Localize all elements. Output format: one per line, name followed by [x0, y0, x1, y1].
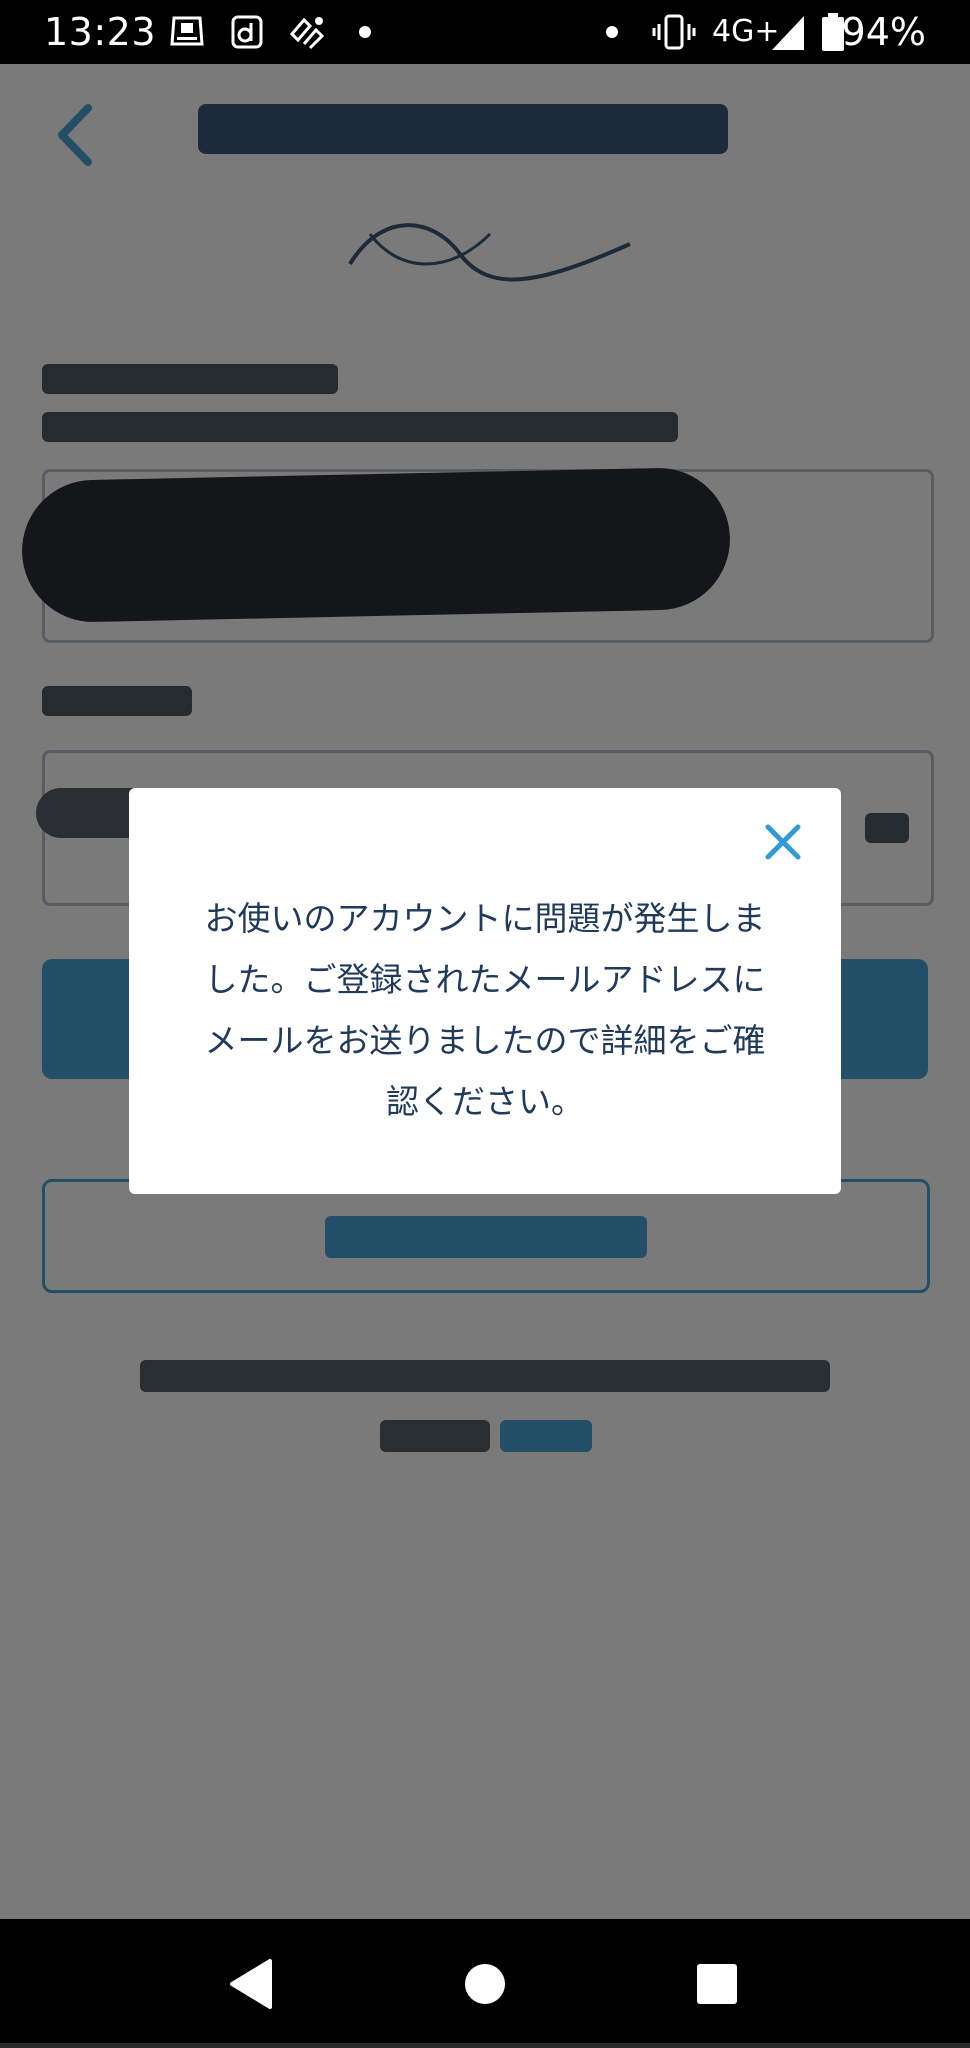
status-time: 13:23 — [44, 10, 157, 54]
signal-icon — [772, 16, 804, 50]
back-triangle-icon[interactable] — [218, 1949, 288, 2019]
dialog-message-line: 認ください。 — [386, 1082, 584, 1121]
vibrate-icon — [652, 14, 696, 50]
battery-percent: 94% — [841, 10, 926, 54]
recents-square-icon[interactable] — [682, 1949, 752, 2019]
station-icon — [170, 16, 204, 46]
d-app-icon — [231, 15, 263, 49]
notification-dot — [359, 26, 371, 38]
close-icon[interactable] — [761, 820, 805, 864]
dialog-message: お使いのアカウントに問題が発生しま した。ご登録されたメールアドレスに メールを… — [169, 888, 801, 1132]
navigation-bar — [0, 1919, 970, 2048]
nav-handle — [0, 2043, 970, 2048]
sync-icon — [289, 17, 325, 50]
dialog-message-line: お使いのアカウントに問題が発生しま — [204, 899, 766, 938]
dialog-message-line: メールをお送りましたので詳細をご確 — [204, 1021, 766, 1060]
error-dialog: お使いのアカウントに問題が発生しま した。ご登録されたメールアドレスに メールを… — [129, 788, 841, 1194]
dialog-message-line: した。ご登録されたメールアドレスに — [204, 960, 766, 999]
status-bar: 13:23 4G+ 94% — [0, 0, 970, 64]
home-circle-icon[interactable] — [450, 1949, 520, 2019]
status-dot — [606, 26, 618, 38]
